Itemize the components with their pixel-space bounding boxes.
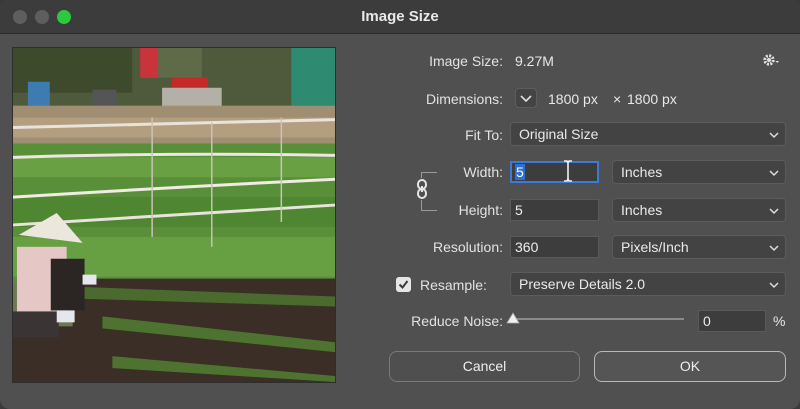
- fit-to-value: Original Size: [519, 126, 599, 142]
- fit-to-label: Fit To:: [465, 127, 503, 143]
- resolution-unit-select[interactable]: Pixels/Inch: [612, 235, 786, 259]
- image-preview[interactable]: [12, 47, 336, 383]
- chevron-down-icon: [520, 95, 532, 103]
- height-unit-value: Inches: [621, 202, 663, 218]
- reduce-noise-slider-thumb[interactable]: [506, 312, 520, 324]
- preview-photo: [13, 48, 335, 382]
- dialog-title: Image Size: [361, 8, 439, 25]
- link-icon[interactable]: [415, 178, 429, 200]
- resolution-label: Resolution:: [432, 239, 503, 255]
- resolution-input[interactable]: 360: [510, 236, 599, 258]
- height-unit-select[interactable]: Inches: [612, 198, 786, 222]
- image-size-dialog: Image Size Image Size: 9.27M Dimensions:…: [0, 0, 800, 409]
- resolution-value: 360: [515, 239, 539, 255]
- text-cursor-icon: [564, 160, 572, 182]
- reduce-noise-input[interactable]: 0: [698, 310, 766, 332]
- width-input[interactable]: 5: [510, 161, 599, 183]
- dimensions-label: Dimensions:: [425, 91, 503, 107]
- chevron-down-icon: [769, 132, 779, 139]
- width-value: 5: [515, 164, 525, 180]
- resample-method-value: Preserve Details 2.0: [519, 276, 646, 292]
- dimensions-height-value: 1800 px: [627, 91, 677, 107]
- height-input[interactable]: 5: [510, 199, 599, 221]
- chevron-down-icon: [769, 245, 779, 252]
- chevron-down-icon: [769, 208, 779, 215]
- reduce-noise-slider-track[interactable]: [512, 318, 684, 320]
- chevron-down-icon: [769, 282, 779, 289]
- reduce-noise-label: Reduce Noise:: [411, 313, 503, 329]
- image-size-label: Image Size:: [429, 53, 503, 69]
- dimensions-menu-button[interactable]: [515, 88, 537, 108]
- resolution-unit-value: Pixels/Inch: [621, 239, 689, 255]
- reduce-noise-value: 0: [703, 313, 711, 329]
- resample-label: Resample:: [420, 277, 487, 293]
- title-bar[interactable]: Image Size: [0, 0, 800, 34]
- ok-button[interactable]: OK: [594, 351, 786, 382]
- reduce-noise-unit: %: [773, 313, 786, 329]
- gear-icon[interactable]: [762, 52, 780, 68]
- resample-checkbox[interactable]: [396, 277, 411, 292]
- dimensions-width-value: 1800 px: [548, 91, 598, 107]
- fit-to-select[interactable]: Original Size: [510, 122, 786, 146]
- image-size-value: 9.27M: [515, 53, 554, 69]
- dimensions-separator: ×: [613, 91, 622, 107]
- width-label: Width:: [463, 164, 503, 180]
- checkmark-icon: [398, 280, 409, 290]
- height-value: 5: [515, 202, 523, 218]
- width-unit-value: Inches: [621, 164, 663, 180]
- cancel-button[interactable]: Cancel: [389, 351, 580, 382]
- width-unit-select[interactable]: Inches: [612, 160, 786, 184]
- chevron-down-icon: [769, 170, 779, 177]
- height-label: Height:: [458, 202, 503, 218]
- resample-method-select[interactable]: Preserve Details 2.0: [510, 272, 786, 296]
